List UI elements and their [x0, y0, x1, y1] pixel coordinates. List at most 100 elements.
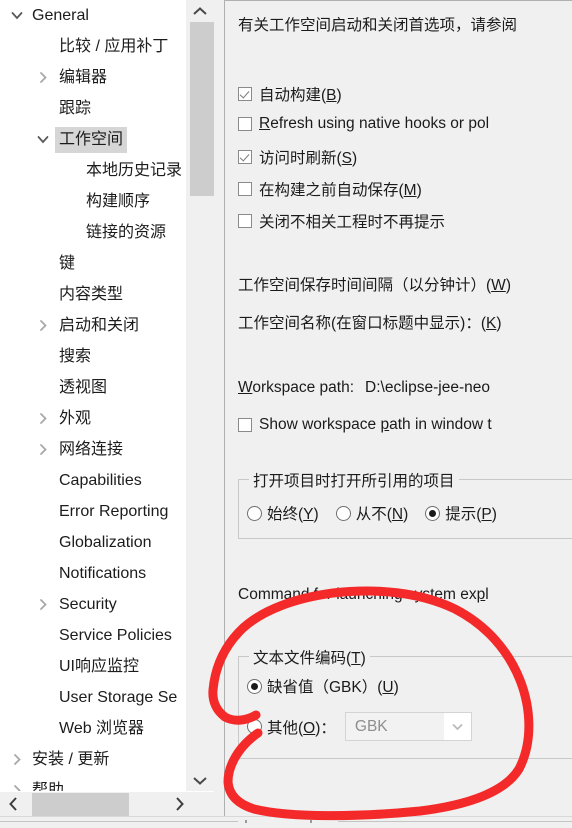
sidebar-item-label: User Storage Se — [59, 688, 178, 706]
sidebar-item-label: 外观 — [59, 409, 92, 427]
sidebar-item[interactable]: 外观 — [0, 403, 186, 434]
chevron-right-icon[interactable] — [36, 434, 50, 465]
radio-row-encoding-default[interactable]: 缺省值（GBK）(U) — [247, 675, 399, 697]
radio-prompt[interactable] — [425, 505, 441, 521]
sidebar-item[interactable]: 启动和关闭 — [0, 310, 186, 341]
sidebar-item[interactable]: 帮助 — [0, 775, 186, 791]
tree-horizontal-scrollbar[interactable] — [0, 791, 214, 816]
label-save-interval: 工作空间保存时间间隔（以分钟计）(W) — [238, 277, 511, 294]
chevron-right-icon[interactable] — [36, 310, 50, 341]
workspace-path-value: D:\eclipse-jee-neo — [365, 379, 490, 396]
sidebar-item[interactable]: 比较 / 应用补丁 — [0, 31, 186, 62]
sidebar-item[interactable]: 内容类型 — [0, 279, 186, 310]
sidebar-item[interactable]: Service Policies — [0, 620, 186, 651]
sidebar-item[interactable]: 安装 / 更新 — [0, 744, 186, 775]
sidebar-item[interactable]: 编辑器 — [0, 62, 186, 93]
chevron-right-icon[interactable] — [36, 62, 50, 93]
sidebar-item[interactable]: Security — [0, 589, 186, 620]
sidebar-item[interactable]: 搜索 — [0, 341, 186, 372]
checkbox-label-auto-build: 自动构建(B) — [259, 87, 342, 104]
sidebar-item-label: 帮助 — [32, 781, 65, 791]
sidebar-item-label: Service Policies — [59, 626, 172, 644]
sidebar-item-label: 构建顺序 — [86, 192, 151, 210]
preferences-tree-pane: General 比较 / 应用补丁编辑器跟踪 工作空间 本地历史记录构建顺序链接的资源… — [0, 0, 214, 816]
sidebar-item[interactable]: 本地历史记录 — [0, 155, 186, 186]
sidebar-item-label: 键 — [59, 254, 76, 272]
separator-dot — [310, 820, 312, 823]
checkbox-row-show-workspace-path[interactable]: Show workspace path in window t — [238, 416, 492, 434]
sidebar-item-label: 内容类型 — [59, 285, 124, 303]
radio-row-prompt[interactable]: 提示(P) — [425, 502, 497, 524]
sidebar-item[interactable]: Capabilities — [0, 465, 186, 496]
sidebar-item-label: Web 浏览器 — [59, 719, 145, 737]
label-explorer-command: Command for launching system expl — [238, 586, 489, 603]
sidebar-item-label: 搜索 — [59, 347, 92, 365]
radio-label-encoding-default: 缺省值（GBK）(U) — [267, 679, 399, 696]
sidebar-item[interactable]: 透视图 — [0, 372, 186, 403]
chevron-right-icon[interactable] — [36, 403, 50, 434]
tree-vertical-scrollbar-thumb[interactable] — [190, 22, 214, 196]
sidebar-item-label: 安装 / 更新 — [32, 750, 110, 768]
tree-vertical-scrollbar[interactable] — [186, 0, 214, 791]
preferences-tree[interactable]: General 比较 / 应用补丁编辑器跟踪 工作空间 本地历史记录构建顺序链接的资源… — [0, 0, 186, 791]
chevron-right-icon[interactable] — [10, 775, 24, 791]
referenced-projects-options: 始终(Y) 从不(N) 提示(P) — [247, 502, 497, 524]
sidebar-item[interactable]: 键 — [0, 248, 186, 279]
intro-text: 有关工作空间启动和关闭首选项，请参阅 — [238, 17, 518, 34]
radio-label-prompt: 提示(P) — [445, 506, 497, 523]
checkbox-row-auto-build[interactable]: 自动构建(B) — [238, 83, 342, 105]
tree-horizontal-scrollbar-thumb[interactable] — [32, 793, 129, 816]
checkbox-refresh-on-access[interactable] — [238, 150, 252, 164]
radio-always[interactable] — [247, 505, 262, 521]
radio-row-never[interactable]: 从不(N) — [335, 502, 409, 524]
separator-dot — [245, 820, 247, 823]
sidebar-item[interactable]: 网络连接 — [0, 434, 186, 465]
referenced-projects-legend: 打开项目时打开所引用的项目 — [249, 469, 459, 491]
checkbox-label-refresh-native-hooks: Refresh using native hooks or pol — [259, 115, 490, 132]
checkbox-row-refresh-native-hooks[interactable]: Refresh using native hooks or pol — [238, 115, 489, 133]
sidebar-item[interactable]: UI响应监控 — [0, 651, 186, 682]
sidebar-item-label: Notifications — [59, 564, 147, 582]
chevron-up-icon[interactable] — [186, 0, 214, 22]
sidebar-item[interactable]: Error Reporting — [0, 496, 186, 527]
radio-label-never: 从不(N) — [355, 506, 409, 523]
sidebar-item[interactable]: Notifications — [0, 558, 186, 589]
sidebar-item[interactable]: Globalization — [0, 527, 186, 558]
chevron-down-icon[interactable] — [10, 0, 24, 31]
checkbox-auto-build[interactable] — [238, 87, 252, 101]
checkbox-row-no-prompt-unrelated-projects[interactable]: 关闭不相关工程时不再提示 — [238, 210, 445, 232]
sidebar-item-label: Security — [59, 595, 117, 613]
chevron-right-icon[interactable] — [36, 589, 50, 620]
chevron-right-icon[interactable] — [10, 744, 24, 775]
sidebar-item-label: 编辑器 — [59, 68, 108, 86]
bottom-separator — [0, 816, 572, 828]
radio-encoding-other[interactable] — [247, 719, 262, 734]
sidebar-item[interactable]: 工作空间 — [0, 124, 186, 155]
checkbox-row-refresh-on-access[interactable]: 访问时刷新(S) — [238, 146, 357, 168]
chevron-down-icon[interactable] — [443, 713, 471, 740]
chevron-left-icon[interactable] — [0, 792, 26, 816]
radio-never[interactable] — [335, 505, 351, 521]
checkbox-row-save-before-build[interactable]: 在构建之前自动保存(M) — [238, 178, 422, 200]
referenced-projects-groupbox: 打开项目时打开所引用的项目 始终(Y) 从不(N) 提示(P) — [238, 469, 572, 539]
sidebar-item[interactable]: 链接的资源 — [0, 217, 186, 248]
radio-row-encoding-other[interactable]: 其他(O)： GBK — [247, 712, 472, 741]
chevron-down-icon[interactable] — [36, 124, 50, 155]
checkbox-save-before-build[interactable] — [238, 182, 252, 196]
sidebar-item[interactable]: General — [0, 0, 186, 31]
separator-gap — [238, 817, 338, 828]
sidebar-item[interactable]: 构建顺序 — [0, 186, 186, 217]
chevron-down-icon[interactable] — [186, 769, 214, 791]
sidebar-item[interactable]: Web 浏览器 — [0, 713, 186, 744]
checkbox-label-refresh-on-access: 访问时刷新(S) — [259, 150, 358, 167]
radio-row-always[interactable]: 始终(Y) — [247, 502, 319, 524]
checkbox-no-prompt-unrelated-projects[interactable] — [238, 214, 252, 228]
radio-encoding-default[interactable] — [247, 678, 262, 694]
chevron-right-icon[interactable] — [166, 792, 192, 816]
checkbox-show-workspace-path[interactable] — [238, 418, 252, 432]
sidebar-item[interactable]: User Storage Se — [0, 682, 186, 713]
sidebar-item-label: 启动和关闭 — [59, 316, 140, 334]
encoding-combobox[interactable]: GBK — [344, 712, 472, 741]
checkbox-refresh-native-hooks[interactable] — [238, 117, 252, 131]
sidebar-item[interactable]: 跟踪 — [0, 93, 186, 124]
